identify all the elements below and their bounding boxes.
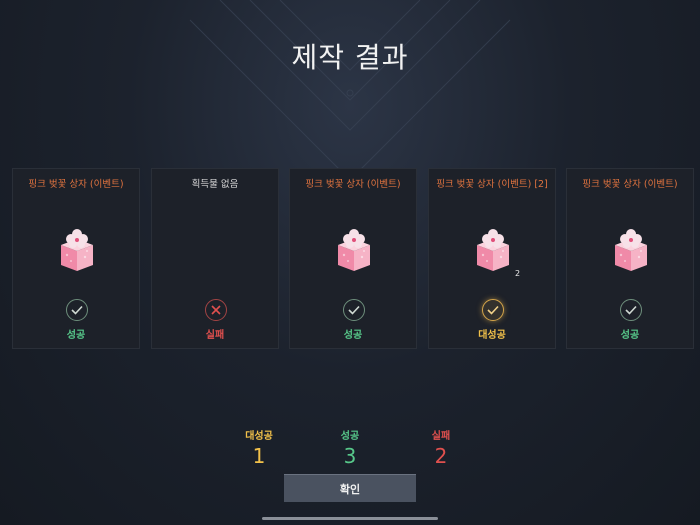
summary-success-count: 3 xyxy=(343,444,357,468)
summary-success-label: 성공 xyxy=(340,431,360,442)
summary-success: 성공 3 xyxy=(320,427,380,468)
result-summary: 대성공 1 성공 3 실패 2 xyxy=(0,427,700,468)
great-success-check-icon xyxy=(482,299,504,321)
success-check-icon xyxy=(620,299,642,321)
result-cards: 핑크 벚꽃 상자 (이벤트) 성공 획득물 없음 실패 핑크 벚꽃 상자 (이벤… xyxy=(0,168,700,350)
card-status-label: 성공 xyxy=(66,330,86,341)
card-item-name: 획득물 없음 xyxy=(191,179,239,190)
confirm-button[interactable]: 확인 xyxy=(284,474,416,502)
pink-gift-box-icon xyxy=(61,229,93,271)
summary-fail: 실패 2 xyxy=(411,427,471,468)
card-status-label: 성공 xyxy=(620,330,640,341)
success-check-icon xyxy=(343,299,365,321)
summary-great-label: 대성공 xyxy=(245,431,273,442)
page-title: 제작 결과 xyxy=(291,41,409,74)
card-item-name: 핑크 벚꽃 상자 (이벤트) [2] xyxy=(436,179,548,190)
summary-great-count: 1 xyxy=(252,444,266,468)
card-item-name: 핑크 벚꽃 상자 (이벤트) xyxy=(28,179,124,190)
result-card-2: 획득물 없음 실패 xyxy=(151,168,279,349)
card-item-name: 핑크 벚꽃 상자 (이벤트) xyxy=(582,179,678,190)
summary-fail-label: 실패 xyxy=(431,431,451,442)
result-card-5: 핑크 벚꽃 상자 (이벤트) 성공 xyxy=(566,168,694,349)
result-card-1: 핑크 벚꽃 상자 (이벤트) 성공 xyxy=(12,168,140,349)
home-indicator[interactable] xyxy=(262,517,438,520)
success-check-icon xyxy=(66,299,88,321)
result-card-3: 핑크 벚꽃 상자 (이벤트) 성공 xyxy=(289,168,417,349)
card-status-label: 성공 xyxy=(343,330,363,341)
summary-fail-count: 2 xyxy=(434,444,448,468)
card-status-label: 대성공 xyxy=(478,330,506,341)
item-quantity: 2 xyxy=(515,269,521,278)
pink-gift-box-icon xyxy=(615,229,647,271)
result-card-4: 핑크 벚꽃 상자 (이벤트) [2] 2 대성공 xyxy=(428,168,556,349)
card-status-label: 실패 xyxy=(205,330,225,341)
card-item-name: 핑크 벚꽃 상자 (이벤트) xyxy=(305,179,401,190)
fail-x-icon xyxy=(205,299,227,321)
summary-great-success: 대성공 1 xyxy=(229,427,289,468)
pink-gift-box-icon xyxy=(477,229,509,271)
pink-gift-box-icon xyxy=(338,229,370,271)
